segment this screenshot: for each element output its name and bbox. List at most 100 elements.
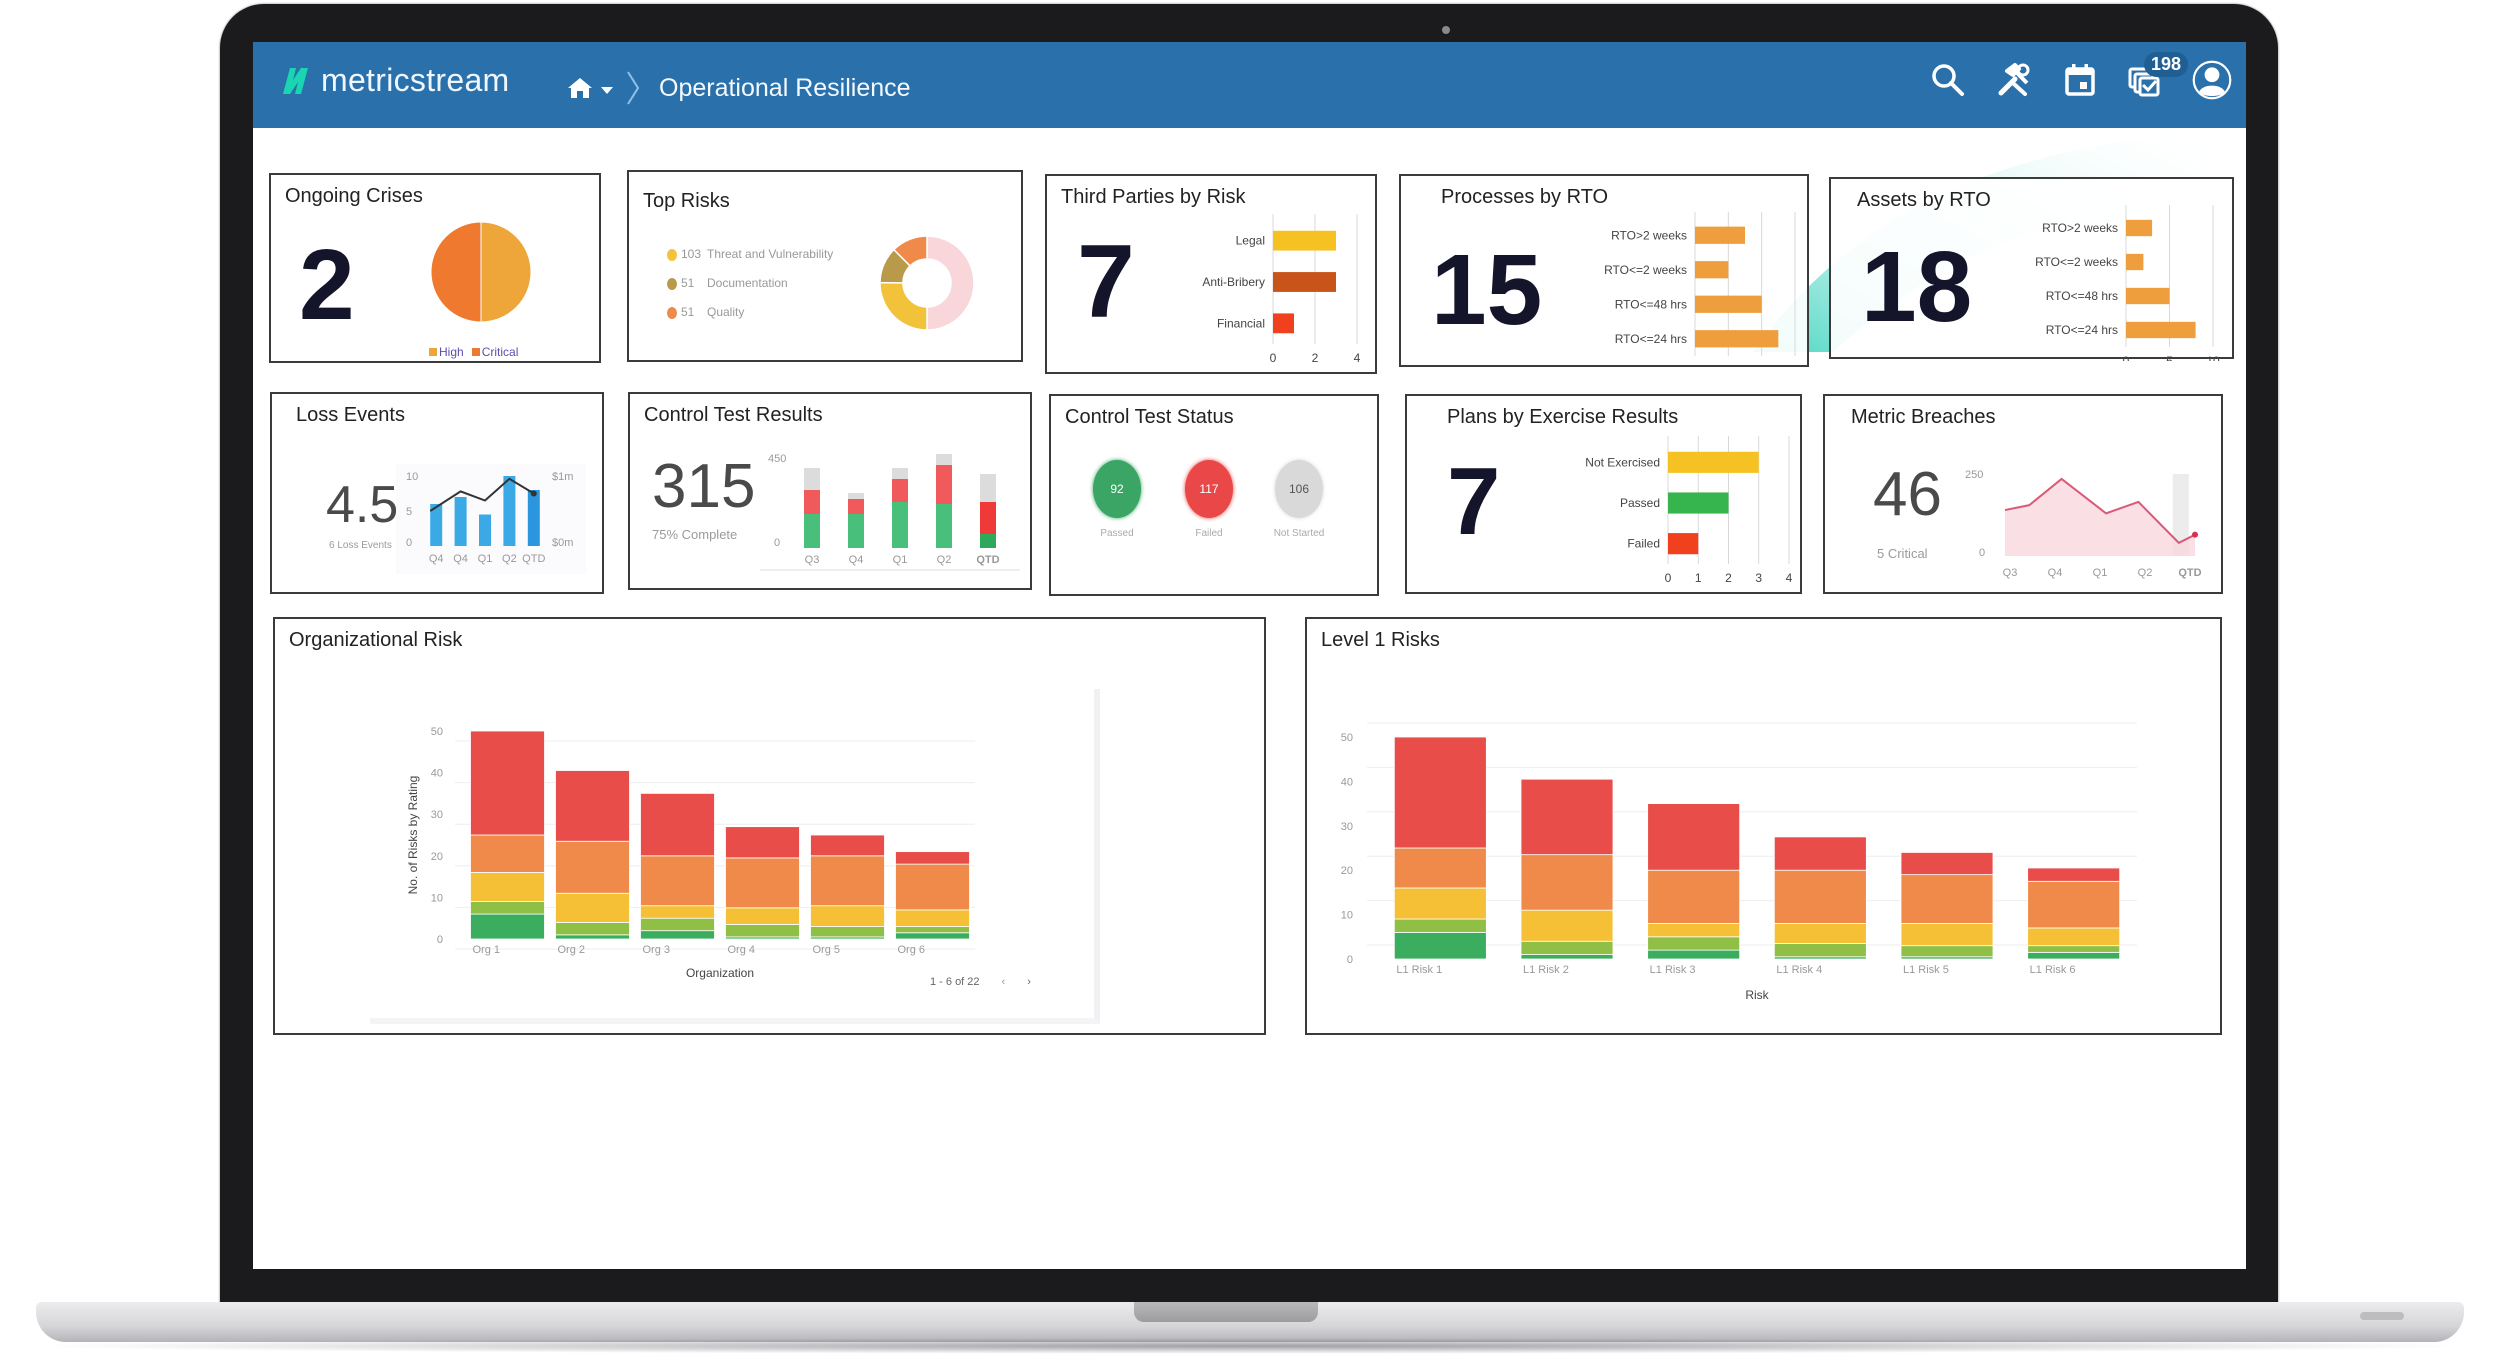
segment-high bbox=[810, 855, 885, 907]
status-failed[interactable]: 117 Failed bbox=[1179, 460, 1239, 539]
segment-high bbox=[2027, 880, 2121, 929]
y-tick-label: 0 bbox=[1347, 954, 1353, 966]
donut-slice bbox=[879, 281, 928, 331]
card-level1-risks[interactable]: Level 1 Risks 0 10 20 30 40 50 L1 Risk 1 L1 Ris… bbox=[1305, 617, 2222, 1035]
home-icon[interactable] bbox=[567, 76, 593, 100]
segment-high bbox=[725, 857, 800, 909]
legend-item-high: High bbox=[429, 345, 464, 359]
calendar-button[interactable] bbox=[2060, 60, 2100, 100]
category-label: Legal bbox=[1236, 234, 1265, 248]
bar-rto-2-weeks bbox=[1695, 226, 1745, 244]
search-button[interactable] bbox=[1928, 60, 1968, 100]
loss-bar bbox=[503, 476, 516, 546]
top-risk-item[interactable]: 51 Quality bbox=[667, 298, 833, 327]
category-label: RTO>2 weeks bbox=[1611, 228, 1687, 242]
loss-bar bbox=[479, 514, 491, 546]
bar-passed bbox=[1668, 492, 1729, 514]
plans-exercise-bar-chart: 0 1 2 3 4 Not Exercised Passed Failed bbox=[1585, 436, 1793, 585]
y-tick-label: 20 bbox=[431, 851, 443, 863]
x-tick-label: L1 Risk 5 bbox=[1903, 964, 1949, 976]
x-tick-label: Org 3 bbox=[643, 944, 671, 956]
tools-button[interactable] bbox=[1994, 60, 2034, 100]
x-tick-label: Q4 bbox=[849, 554, 864, 566]
top-risk-item[interactable]: 103 Threat and Vulnerability bbox=[667, 240, 833, 269]
bar-rto-24-hrs bbox=[1695, 330, 1779, 348]
bar-rto-2-weeks bbox=[2126, 253, 2144, 271]
segment-not-started bbox=[848, 493, 864, 499]
card-third-parties[interactable]: Third Parties by Risk 7 0 2 4 Legal Anti-Bri… bbox=[1045, 174, 1377, 374]
home-menu-chevron-down-icon[interactable] bbox=[601, 86, 613, 94]
card-control-test-status[interactable]: Control Test Status 92 Passed 117 Failed 106… bbox=[1049, 394, 1379, 596]
bar-legal bbox=[1273, 230, 1336, 251]
x-tick-label: 4 bbox=[1354, 351, 1361, 365]
segment-low bbox=[1647, 936, 1741, 951]
segment-medium bbox=[555, 892, 630, 923]
status-not-started[interactable]: 106 Not Started bbox=[1269, 460, 1329, 539]
card-metric-breaches[interactable]: Metric Breaches 46 5 Critical 250 0 Q3 Q4 Q1… bbox=[1823, 394, 2223, 594]
risk-label: Quality bbox=[707, 305, 745, 319]
status-circles: 92 Passed 117 Failed 106 Not Started bbox=[1051, 456, 1377, 576]
card-control-test-results[interactable]: Control Test Results 315 75% Complete 45… bbox=[628, 392, 1032, 590]
bar-rto-2-weeks bbox=[2126, 219, 2153, 237]
segment-medium bbox=[725, 907, 800, 925]
laptop-indicator bbox=[2360, 1312, 2404, 1320]
laptop-shadow bbox=[20, 1338, 2480, 1354]
profile-button[interactable] bbox=[2192, 60, 2232, 100]
segment-very-low bbox=[555, 934, 630, 940]
segment-medium bbox=[1647, 923, 1741, 938]
breaches-area bbox=[2005, 478, 2195, 556]
next-page-button[interactable]: › bbox=[1027, 976, 1031, 988]
card-top-risks[interactable]: Top Risks 103 Threat and Vulnerability 51… bbox=[627, 170, 1023, 362]
legend-label-critical: Critical bbox=[481, 345, 519, 359]
brand-name: metricstream bbox=[321, 62, 510, 98]
stacked-bar-org-4 bbox=[725, 826, 800, 940]
loss-events-combo-chart: 10 5 0 $1m $0m Q4 Q4 Q1 Q2 QTD bbox=[396, 464, 586, 574]
level1-risks-stacked-chart: 0 10 20 30 40 50 L1 Risk 1 L1 Risk 2 L1 Risk 3 L1… bbox=[1341, 722, 2137, 1002]
status-label: Not Started bbox=[1273, 528, 1325, 539]
card-organizational-risk[interactable]: Organizational Risk 0 10 20 30 40 50 Org 1 Org … bbox=[273, 617, 1266, 1035]
segment-very-high bbox=[640, 793, 715, 857]
x-tick-label: 4 bbox=[1758, 363, 1765, 366]
card-ongoing-crises[interactable]: Ongoing Crises 2 High Critical bbox=[269, 173, 601, 363]
x-tick-label: Q3 bbox=[2003, 567, 2018, 579]
brand-logo[interactable]: metricstream bbox=[281, 62, 510, 99]
card-plans-exercise[interactable]: Plans by Exercise Results 7 0 1 2 3 4 Not Exe… bbox=[1405, 394, 1802, 594]
segment-low bbox=[725, 924, 800, 938]
bar-financial bbox=[1273, 313, 1294, 334]
card-assets-rto[interactable]: Assets by RTO 18 0 5 10 RTO>2 weeks RTO<=2 w… bbox=[1829, 177, 2234, 361]
metricstream-logo-icon bbox=[283, 67, 308, 94]
segment-very-high bbox=[895, 851, 970, 865]
segment-very-high bbox=[810, 834, 885, 857]
y-tick-label: 10 bbox=[406, 471, 418, 483]
tasks-button[interactable]: 198 bbox=[2126, 52, 2189, 100]
x-tick-label: 0 bbox=[2123, 354, 2130, 361]
category-label: Anti-Bribery bbox=[1202, 275, 1265, 289]
tools-icon bbox=[1998, 63, 2030, 96]
card-processes-rto[interactable]: Processes by RTO 15 0246RTO>2 weeksRTO<=… bbox=[1399, 174, 1809, 367]
y-tick-label: 0 bbox=[1979, 547, 1985, 559]
x-tick-label: Org 5 bbox=[813, 944, 841, 956]
y-tick-label: 5 bbox=[406, 506, 412, 518]
segment-very-high bbox=[1520, 778, 1614, 856]
loss-amount-value: 4.5 bbox=[326, 476, 399, 534]
x-tick-label: 1 bbox=[1695, 571, 1702, 585]
x-tick-label: L1 Risk 3 bbox=[1650, 964, 1696, 976]
status-passed[interactable]: 92 Passed bbox=[1087, 460, 1147, 539]
laptop-hinge-notch bbox=[1134, 1302, 1318, 1322]
stacked-bar-l1-risk-2 bbox=[1520, 778, 1614, 960]
plans-count: 7 bbox=[1447, 448, 1501, 555]
card-title: Organizational Risk bbox=[289, 629, 463, 651]
segment-low bbox=[895, 926, 970, 934]
stacked-bar-l1-risk-3 bbox=[1647, 803, 1741, 960]
x-tick-label: QTD bbox=[522, 553, 545, 565]
card-title: Third Parties by Risk bbox=[1061, 186, 1246, 208]
bar-rto-2-weeks bbox=[1695, 261, 1729, 279]
bar-rto-48-hrs bbox=[2126, 287, 2170, 305]
crises-count: 2 bbox=[299, 229, 355, 341]
x-tick-label: Q4 bbox=[429, 553, 444, 565]
previous-page-button[interactable]: ‹ bbox=[1002, 976, 1006, 988]
card-title: Control Test Status bbox=[1065, 406, 1234, 428]
card-loss-events[interactable]: Loss Events 4.5M 6 Loss Events 1050$1m$0… bbox=[270, 392, 604, 594]
x-tick-label: Q1 bbox=[478, 553, 493, 565]
top-risk-item[interactable]: 51 Documentation bbox=[667, 269, 833, 298]
